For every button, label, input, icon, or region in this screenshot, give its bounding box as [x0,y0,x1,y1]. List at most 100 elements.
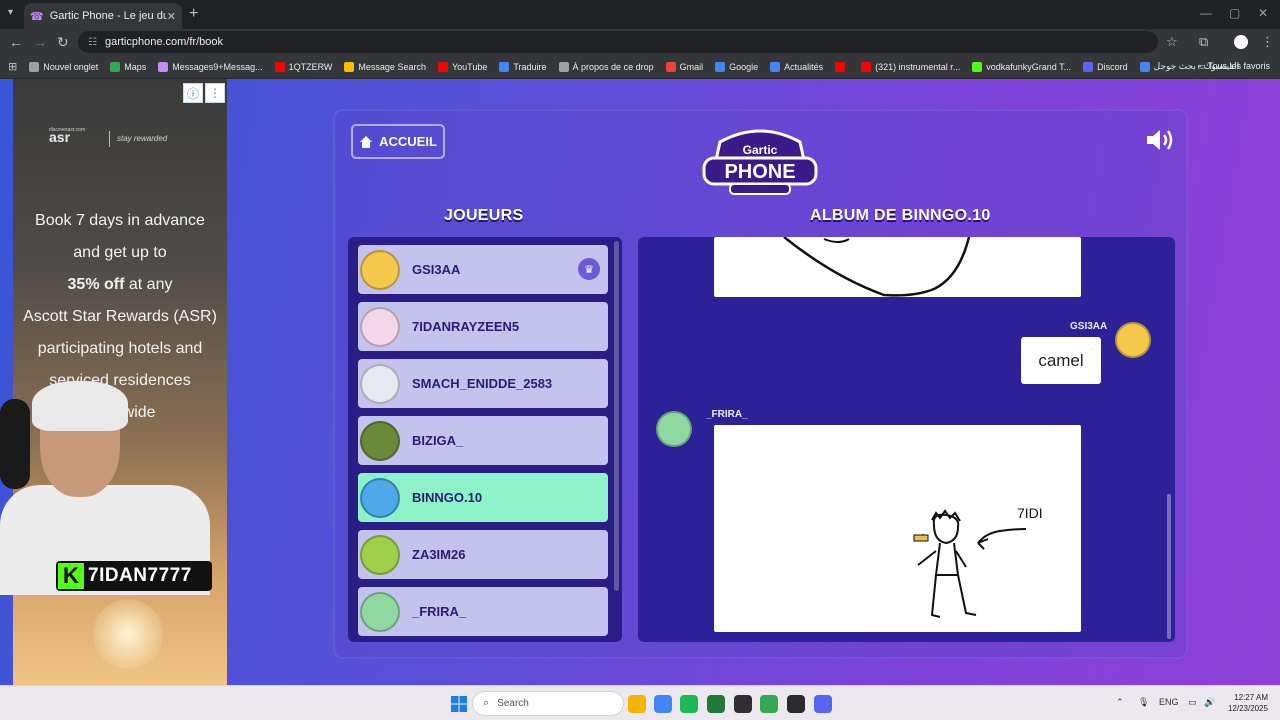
network-icon[interactable]: ▭ [1188,697,1197,708]
close-tab-icon[interactable]: ✕ [167,10,176,23]
bookmark-star-icon[interactable]: ☆ [1166,34,1178,50]
bookmark-item[interactable]: Maps [110,61,147,72]
player-row[interactable]: ZA3IM26 [358,530,608,579]
extensions-icon[interactable]: ⧉ [1199,34,1208,50]
ad-discount: 35% off [67,276,125,293]
bookmark-favicon-icon [665,61,676,72]
bookmark-label: 1QTZERW [288,61,333,72]
forward-icon[interactable]: → [33,34,47,50]
new-tab-icon[interactable]: + [189,5,198,23]
logo-bottom-text: PHONE [724,161,795,183]
chrome-icon[interactable] [654,695,672,713]
apps-grid-icon[interactable]: ⊞ [8,60,17,73]
bookmark-item[interactable]: Traduire [499,61,547,72]
url-field[interactable]: ☷ garticphone.com/fr/book [78,31,1158,53]
bookmark-label: Maps [124,61,147,72]
volume-icon[interactable]: 🔊 [1204,697,1215,708]
bookmark-item[interactable]: Actualités [770,61,823,72]
host-crown-icon: ♛ [578,258,600,280]
player-avatar [360,306,400,347]
bookmark-item[interactable]: 1QTZERW [274,61,333,72]
bookmark-favicon-icon [29,61,40,72]
ad-menu-icon[interactable]: ⋮ [205,83,225,103]
windows-taskbar: ⌕ Search ⌃ ENG 🎙 ▭ 🔊 12:27 AM 12/23/2025 [0,685,1280,720]
home-icon [360,135,373,148]
bookmark-label: vodkafunkyGrand T... [986,61,1072,72]
spotify-icon[interactable] [680,695,698,713]
language-indicator[interactable]: ENG [1159,697,1179,707]
bookmark-favicon-icon [715,61,726,72]
taskbar-search[interactable]: ⌕ Search [472,691,624,716]
maximize-icon[interactable]: ▢ [1229,6,1240,20]
obs-icon[interactable] [734,695,752,713]
microphone-icon[interactable]: 🎙 [1138,697,1149,708]
site-info-icon[interactable]: ☷ [88,37,97,48]
bookmark-favicon-icon [770,61,781,72]
bookmark-item[interactable]: Google [715,61,759,72]
bookmark-label: Google [729,61,759,72]
minimize-icon[interactable]: — [1200,6,1212,20]
windows-start-icon[interactable] [451,696,467,712]
tab-gartic[interactable]: ☎ Gartic Phone - Le jeu du téléph ✕ [24,3,182,29]
tray-chevron-icon[interactable]: ⌃ [1116,697,1124,708]
bookmark-favicon-icon [499,61,510,72]
album-scrollbar[interactable] [1167,494,1171,639]
speaker-icon[interactable] [1145,127,1175,153]
reload-icon[interactable]: ↻ [57,34,69,51]
search-icon: ⌕ [483,697,490,709]
player-row[interactable]: BINNGO.10 [358,473,608,522]
home-button[interactable]: ACCUEIL [351,124,445,159]
author-avatar [656,411,692,447]
bookmark-label: Messages9+Messag... [172,61,263,72]
app-green-icon[interactable] [707,695,725,713]
bookmark-item[interactable]: vodkafunkyGrand T... [972,61,1072,72]
bookmark-item[interactable]: Nouvel onglet [29,61,99,72]
drawing-card: 7IDI [714,425,1081,632]
ad-sunset-glow [93,599,163,669]
bookmark-item[interactable]: Discord [1083,61,1128,72]
player-name: _FRIRA_ [412,604,467,619]
logo-top-text: Gartic [743,143,778,157]
menu-kebab-icon[interactable]: ⋮ [1261,34,1274,50]
system-clock[interactable]: 12:27 AM 12/23/2025 [1222,692,1268,714]
epic-icon[interactable] [787,695,805,713]
discord-icon[interactable] [814,695,832,713]
player-row[interactable]: 7IDANRAYZEEN5 [358,302,608,351]
chrome2-icon[interactable] [760,695,778,713]
bookmark-item[interactable]: Messages9+Messag... [158,61,263,72]
clock-time: 12:27 AM [1234,693,1268,702]
bookmark-item[interactable] [835,61,849,72]
back-icon[interactable]: ← [9,34,23,50]
player-row[interactable]: _FRIRA_ [358,587,608,636]
ad-line: Ascott Star Rewards (ASR) [23,308,217,325]
close-window-icon[interactable]: ✕ [1258,6,1268,20]
bookmark-label: Gmail [679,61,704,72]
player-row[interactable]: BIZIGA_ [358,416,608,465]
player-row[interactable]: GSI3AA ♛ [358,245,608,294]
guess-bubble: camel [1021,337,1101,384]
clock-date: 12/23/2025 [1227,704,1268,713]
bookmark-favicon-icon [1139,61,1150,72]
player-avatar [360,534,400,575]
players-title: JOUEURS [444,207,524,224]
all-bookmarks[interactable]: ▭ Tous les favoris [1197,61,1270,72]
bookmark-label: Traduire [513,61,547,72]
players-scrollbar[interactable] [614,241,619,591]
player-row[interactable]: SMACH_ENIDDE_2583 [358,359,608,408]
files-icon[interactable] [628,695,646,713]
ad-line: participating hotels and [37,340,203,357]
profile-avatar[interactable] [1234,35,1248,49]
player-name: ZA3IM26 [412,547,466,562]
channel-name: 7IDAN7777 [88,565,192,586]
bookmark-item[interactable]: Message Search [344,61,426,72]
bookmark-item[interactable]: YouTube [437,61,487,72]
address-bar-row: ← → ↻ ☷ garticphone.com/fr/book ☆ ⧉ ⋮ [0,29,1280,55]
bookmark-favicon-icon [110,61,121,72]
bookmark-item[interactable]: (321) instrumental r... [861,61,960,72]
tab-search-icon[interactable]: ▾ [8,7,13,18]
ad-info-icon[interactable]: ⓘ [183,83,203,103]
bookmark-item[interactable]: À propos de ce drop [558,61,654,72]
bookmark-item[interactable]: Gmail [665,61,704,72]
webcam-bandage [32,381,128,431]
bookmark-label: Nouvel onglet [43,61,99,72]
